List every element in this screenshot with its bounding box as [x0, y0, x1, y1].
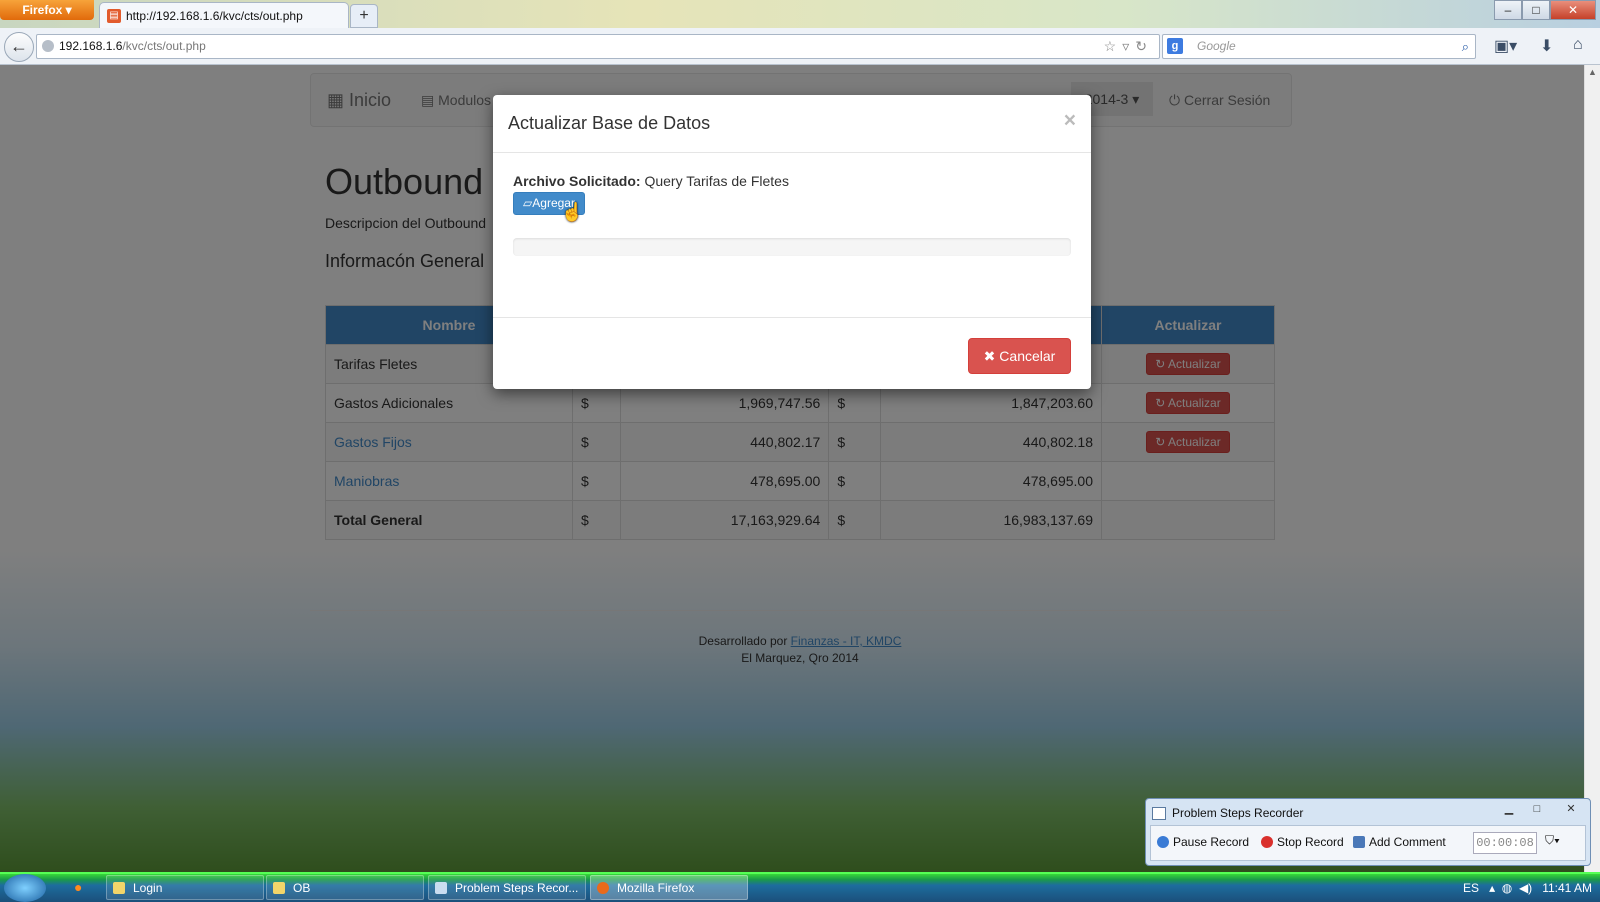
start-button[interactable] — [4, 874, 46, 902]
new-tab-button[interactable]: + — [350, 4, 378, 28]
downloads-icon[interactable]: ⬇ — [1540, 36, 1553, 56]
pause-icon — [1157, 836, 1169, 848]
folder-open-icon: ▱ — [523, 196, 533, 210]
help-shield-icon[interactable]: ⛉▾ — [1545, 833, 1560, 848]
clock[interactable]: 11:41 AM — [1542, 881, 1592, 895]
taskbar-item-label: Mozilla Firefox — [617, 881, 695, 895]
url-bar[interactable]: 192.168.1.6/kvc/cts/out.php ☆▿↻ — [36, 34, 1160, 59]
globe-icon — [42, 40, 54, 52]
upload-progress-bar — [513, 238, 1071, 256]
add-comment-button[interactable]: Add Comment — [1353, 835, 1446, 849]
stop-icon — [1261, 836, 1273, 848]
scroll-up-icon[interactable]: ▲ — [1588, 67, 1597, 77]
taskbar-item-active[interactable]: Mozilla Firefox — [590, 875, 748, 900]
system-tray: ES ▴ ◍ ◀) 11:41 AM — [1463, 874, 1592, 902]
tray-expand-icon[interactable]: ▴ — [1489, 881, 1495, 895]
file-label: Archivo Solicitado: — [513, 173, 641, 189]
recorder-title: Problem Steps Recorder — [1172, 806, 1304, 820]
search-bar[interactable]: g Google ⌕ — [1162, 34, 1476, 59]
taskbar-item-label: Login — [133, 881, 163, 895]
network-icon[interactable]: ◍ — [1502, 881, 1512, 895]
page-viewport: ▦ Inicio ▤ Modulos 2014-3 ▾ ⏻ Cerrar Ses… — [0, 65, 1584, 872]
recorder-timer: 00:00:08 — [1473, 832, 1537, 854]
recorder-app-icon — [1152, 807, 1166, 820]
recorder-icon — [435, 882, 447, 894]
close-icon: ✖ — [983, 348, 996, 364]
browser-navbar: ← 192.168.1.6/kvc/cts/out.php ☆▿↻ g Goog… — [0, 28, 1600, 65]
volume-icon[interactable]: ◀) — [1519, 881, 1532, 895]
firefox-menu-label: Firefox — [22, 3, 63, 17]
comment-icon — [1353, 836, 1365, 848]
taskbar-item[interactable]: OB — [266, 875, 424, 900]
back-arrow-icon[interactable]: ← — [4, 32, 34, 62]
modal-close-icon[interactable]: × — [1064, 109, 1076, 133]
window-maximize-button[interactable]: □ — [1522, 0, 1550, 20]
language-indicator[interactable]: ES — [1463, 881, 1479, 895]
comment-label: Add Comment — [1369, 835, 1446, 849]
reload-icon[interactable]: ↻ — [1135, 38, 1153, 54]
pause-label: Pause Record — [1173, 835, 1250, 849]
pause-record-button[interactable]: Pause Record — [1157, 835, 1249, 849]
page-scrollbar[interactable]: ▲ — [1584, 65, 1600, 872]
requested-file: Archivo Solicitado: Query Tarifas de Fle… — [513, 173, 789, 189]
steps-recorder-window: Problem Steps Recorder ▁ □ ✕ Pause Recor… — [1145, 798, 1591, 866]
url-host: 192.168.1.6 — [59, 39, 123, 53]
folder-icon — [273, 882, 285, 894]
tab-title: http://192.168.1.6/kvc/cts/out.php — [126, 9, 303, 23]
taskbar-item-label: OB — [293, 881, 311, 895]
modal-footer: ✖ Cancelar — [493, 317, 1091, 390]
search-icon[interactable]: ⌕ — [1462, 35, 1469, 58]
bookmarks-menu-icon[interactable]: ▣▾ — [1494, 36, 1517, 56]
url-text: 192.168.1.6/kvc/cts/out.php — [59, 35, 206, 58]
page-favicon-icon: ▤ — [107, 9, 121, 23]
stop-label: Stop Record — [1277, 835, 1344, 849]
google-engine-icon[interactable]: g — [1167, 38, 1183, 54]
windows-taskbar: ● Login OB Problem Steps Recor... Mozill… — [0, 872, 1600, 902]
file-value: Query Tarifas de Fletes — [644, 173, 789, 189]
firefox-menu-button[interactable]: Firefox ▾ — [0, 0, 94, 20]
recorder-close-button[interactable]: ✕ — [1558, 801, 1584, 817]
cancelar-button[interactable]: ✖ Cancelar — [968, 338, 1071, 374]
recorder-maximize-button[interactable]: □ — [1524, 801, 1550, 817]
window-minimize-button[interactable]: – — [1494, 0, 1522, 20]
cancelar-label: Cancelar — [999, 348, 1056, 364]
bookmark-star-icon[interactable]: ☆ — [1104, 38, 1123, 54]
taskbar-item[interactable]: Login — [106, 875, 264, 900]
browser-tab[interactable]: ▤ http://192.168.1.6/kvc/cts/out.php — [99, 2, 349, 29]
window-close-button[interactable]: ✕ — [1550, 0, 1596, 20]
taskbar-item-label: Problem Steps Recor... — [455, 881, 579, 895]
url-path: /kvc/cts/out.php — [122, 39, 206, 53]
modal-title: Actualizar Base de Datos — [508, 113, 711, 133]
recorder-toolbar: Pause Record Stop Record Add Comment 00:… — [1150, 825, 1586, 861]
recorder-minimize-button[interactable]: ▁ — [1496, 801, 1522, 817]
browser-titlebar: Firefox ▾ ▤ http://192.168.1.6/kvc/cts/o… — [0, 0, 1600, 29]
update-modal: Actualizar Base de Datos × Archivo Solic… — [493, 95, 1091, 389]
search-placeholder: Google — [1197, 39, 1236, 53]
hand-cursor-icon: ☝ — [561, 202, 584, 222]
taskbar-item[interactable]: Problem Steps Recor... — [428, 875, 586, 900]
firefox-icon — [597, 882, 609, 894]
firefox-quicklaunch-icon[interactable]: ● — [74, 879, 82, 895]
dropdown-arrow-icon[interactable]: ▿ — [1122, 38, 1135, 54]
url-tools: ☆▿↻ — [1104, 35, 1153, 58]
folder-icon — [113, 882, 125, 894]
stop-record-button[interactable]: Stop Record — [1261, 835, 1344, 849]
modal-header: Actualizar Base de Datos × — [493, 95, 1091, 153]
home-icon[interactable]: ⌂ — [1573, 36, 1583, 54]
